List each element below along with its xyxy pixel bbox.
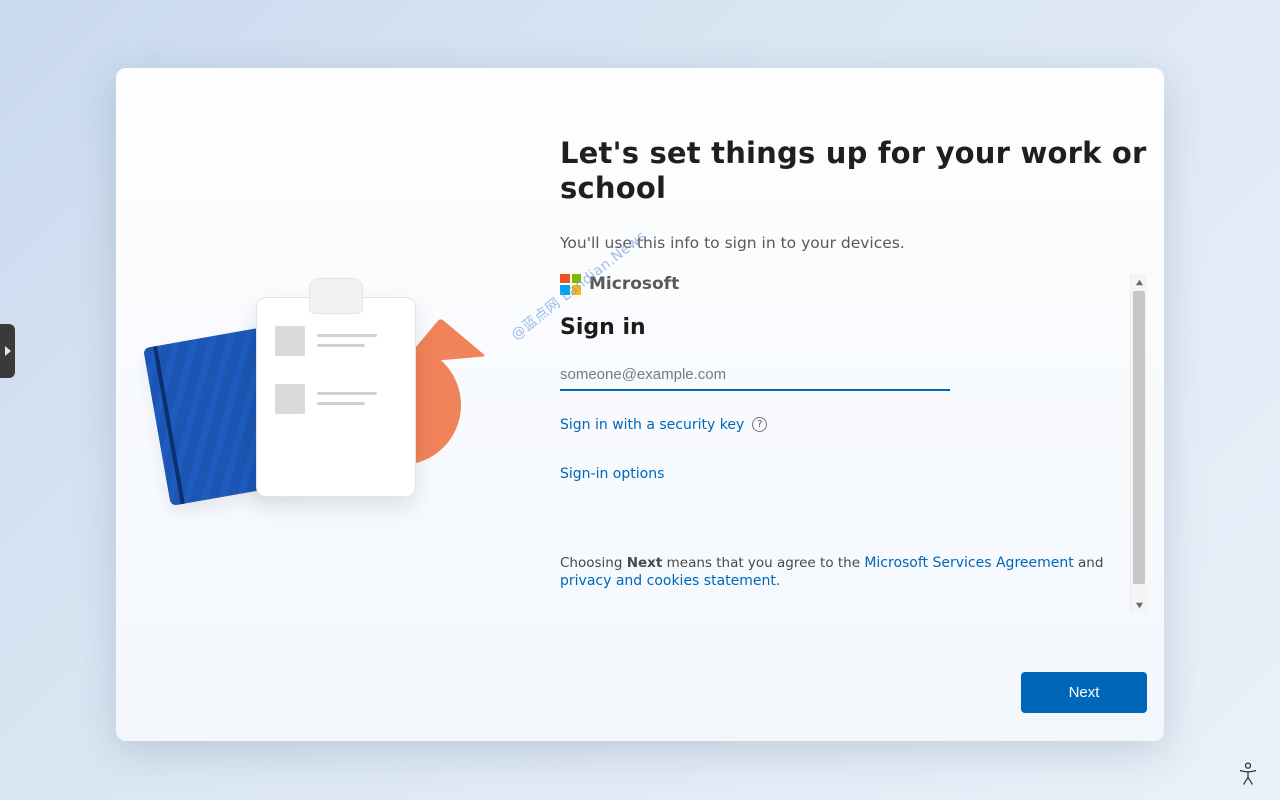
edge-tab[interactable] xyxy=(0,324,15,378)
signin-area: Microsoft Sign in Sign in with a securit… xyxy=(560,274,1147,614)
email-input[interactable] xyxy=(560,358,950,391)
accessibility-icon[interactable] xyxy=(1238,762,1258,786)
help-icon[interactable]: ? xyxy=(752,417,767,432)
clipboard-clip-icon xyxy=(309,278,363,314)
signin-options-link[interactable]: Sign-in options xyxy=(560,466,664,482)
illustration-column xyxy=(116,68,496,741)
setup-panel: Let's set things up for your work or sch… xyxy=(116,68,1164,741)
scrollbar[interactable] xyxy=(1130,274,1147,614)
chevron-right-icon xyxy=(5,346,11,356)
signin-heading: Sign in xyxy=(560,315,1103,340)
microsoft-logo-icon xyxy=(560,274,581,295)
page-subtitle: You'll use this info to sign in to your … xyxy=(560,234,1147,252)
privacy-statement-link[interactable]: privacy and cookies statement xyxy=(560,573,776,589)
brand-row: Microsoft xyxy=(560,274,1103,295)
agreement-text: Choosing Next means that you agree to th… xyxy=(560,554,1103,592)
services-agreement-link[interactable]: Microsoft Services Agreement xyxy=(864,555,1073,571)
content-column: Let's set things up for your work or sch… xyxy=(496,68,1195,741)
security-key-link[interactable]: Sign in with a security key xyxy=(560,417,744,433)
page-title: Let's set things up for your work or sch… xyxy=(560,136,1147,206)
next-button[interactable]: Next xyxy=(1021,672,1148,713)
scroll-up-button[interactable] xyxy=(1131,274,1147,291)
brand-name: Microsoft xyxy=(589,274,679,294)
scrollbar-track[interactable] xyxy=(1131,291,1147,597)
clipboard-icon xyxy=(256,297,416,497)
illustration xyxy=(116,275,496,535)
scroll-down-button[interactable] xyxy=(1131,597,1147,614)
scrollbar-thumb[interactable] xyxy=(1133,291,1145,585)
